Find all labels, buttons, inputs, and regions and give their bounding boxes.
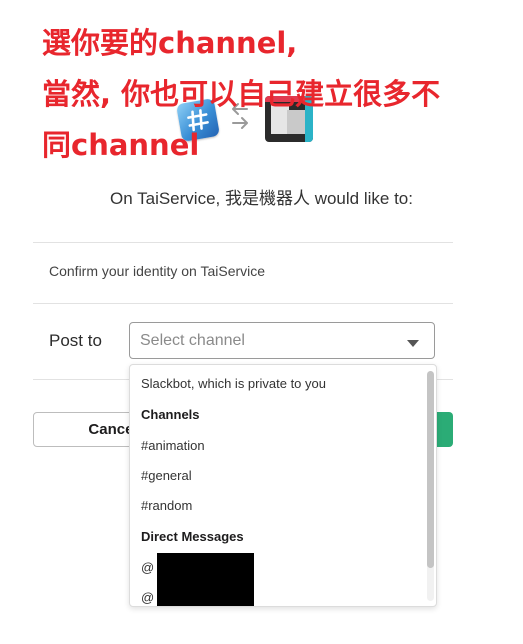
option-channel-random[interactable]: #random (141, 498, 192, 513)
option-dm[interactable]: @ (141, 590, 154, 605)
redacted-name (157, 553, 254, 606)
channel-dropdown: Slackbot, which is private to you Channe… (129, 364, 437, 607)
option-channel-general[interactable]: #general (141, 468, 192, 483)
option-slackbot[interactable]: Slackbot, which is private to you (141, 376, 326, 391)
request-heading: On TaiService, 我是機器人 would like to: (110, 189, 413, 208)
scrollbar-thumb[interactable] (427, 371, 434, 568)
direct-messages-header: Direct Messages (141, 529, 244, 544)
divider (33, 242, 453, 243)
option-dm[interactable]: @ (141, 560, 154, 575)
channels-header: Channels (141, 407, 200, 422)
annotation-line-2: 當然, 你也可以自己建立很多不 (42, 77, 441, 111)
channel-search-input[interactable] (140, 330, 390, 352)
scrollbar[interactable] (427, 371, 434, 601)
permission-identity: Confirm your identity on TaiService (49, 263, 266, 279)
annotation-text: 選你要的channel, 當然, 你也可以自己建立很多不 同channel (42, 18, 440, 171)
annotation-line-1: 選你要的channel, (42, 26, 298, 60)
option-channel-animation[interactable]: #animation (141, 438, 205, 453)
divider (33, 303, 453, 304)
channel-select[interactable] (129, 322, 435, 359)
annotation-line-3: 同channel (42, 128, 200, 162)
chevron-down-icon[interactable] (407, 340, 419, 347)
post-to-label: Post to (49, 331, 102, 350)
